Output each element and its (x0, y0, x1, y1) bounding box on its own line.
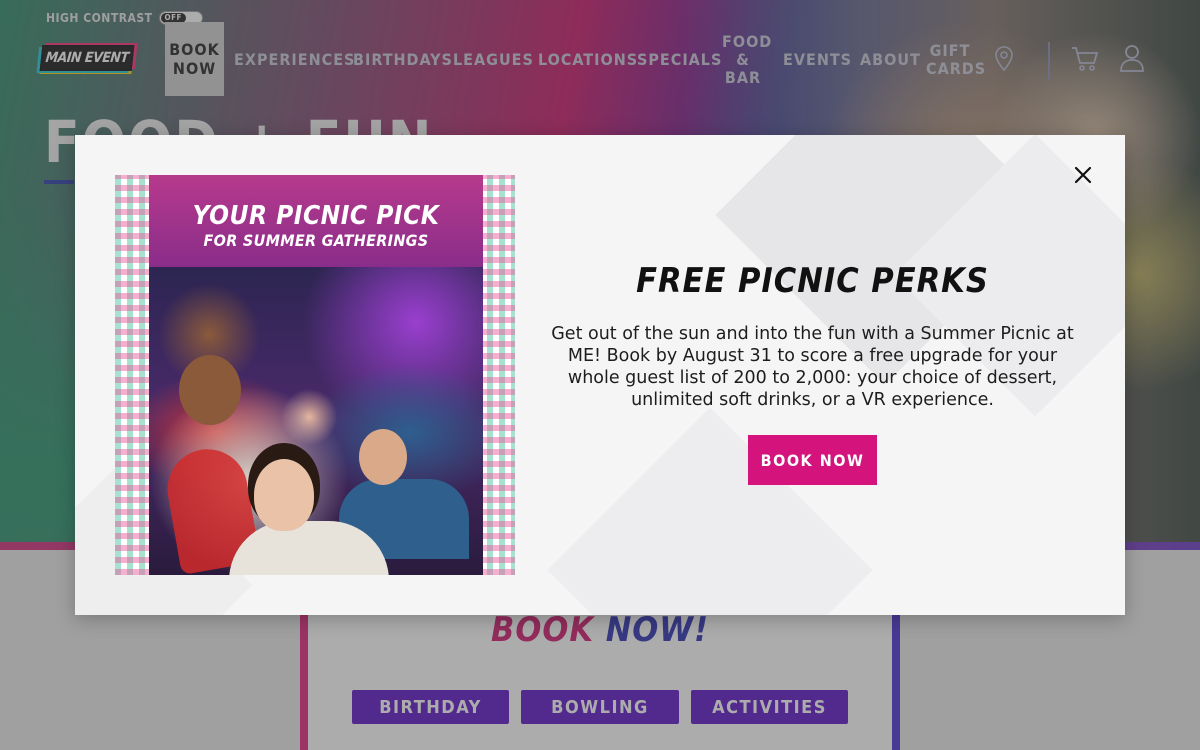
photo-person (254, 459, 314, 531)
arcade-group-photo (149, 259, 483, 575)
promo-headline: YOUR PICNIC PICK (192, 201, 440, 231)
promo-photo-frame: YOUR PICNIC PICK FOR SUMMER GATHERINGS (149, 175, 483, 575)
modal-book-now-button[interactable]: BOOK NOW (748, 435, 877, 485)
promo-image: YOUR PICNIC PICK FOR SUMMER GATHERINGS (115, 175, 515, 575)
promo-subheadline: FOR SUMMER GATHERINGS (203, 231, 429, 250)
close-icon (1074, 166, 1092, 184)
photo-person (359, 429, 407, 485)
close-modal-button[interactable] (1071, 163, 1095, 187)
modal-title: FREE PICNIC PERKS (636, 261, 989, 301)
modal-body-text: Get out of the sun and into the fun with… (551, 324, 1074, 410)
promo-modal: YOUR PICNIC PICK FOR SUMMER GATHERINGS F… (75, 135, 1125, 615)
photo-person (179, 355, 241, 425)
